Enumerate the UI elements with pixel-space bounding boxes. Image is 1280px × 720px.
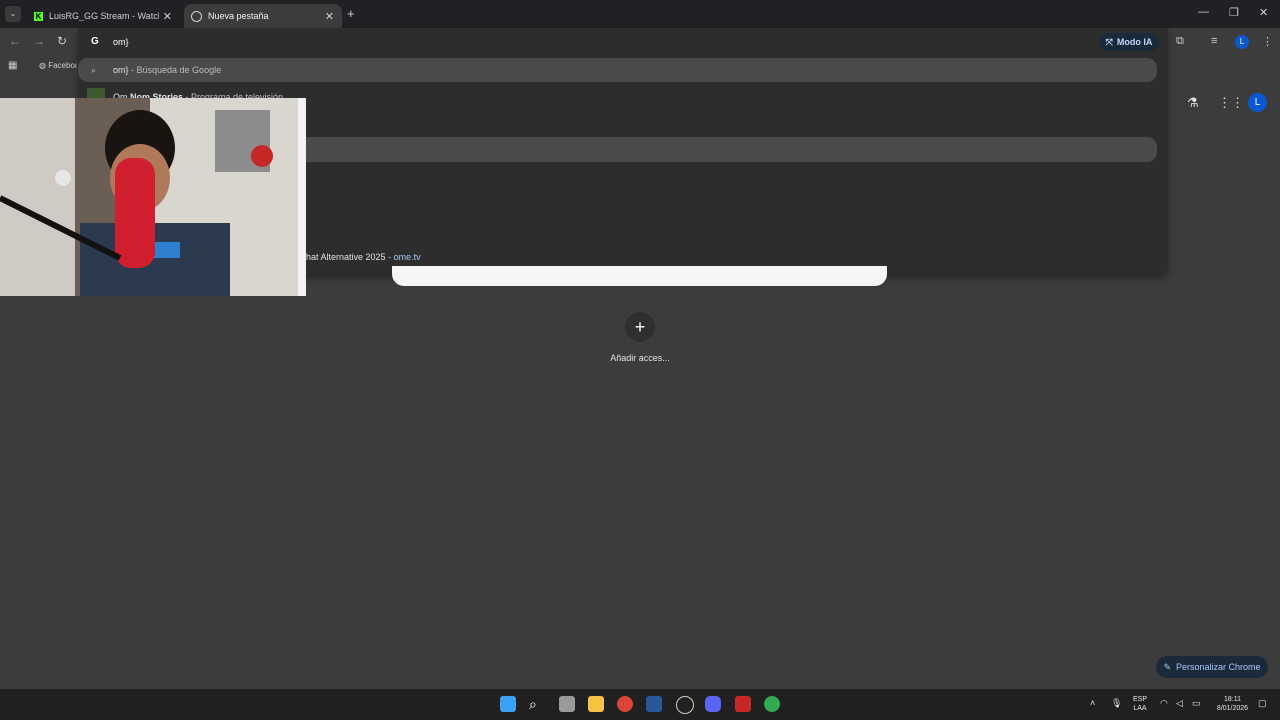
apps-grid-icon[interactable]: ▦	[8, 60, 17, 71]
add-shortcut-button[interactable]: +	[625, 312, 655, 342]
file-explorer-icon[interactable]	[588, 696, 604, 712]
tab-stream[interactable]: K LuisRG_GG Stream - Watch Live ✕	[28, 4, 180, 28]
close-icon[interactable]: ✕	[163, 10, 172, 23]
tab-title: Nueva pestaña	[208, 11, 269, 21]
ntp-search-box[interactable]	[392, 266, 887, 286]
ntp-profile-avatar[interactable]: L	[1248, 93, 1267, 112]
add-shortcut-label: Añadir acces...	[610, 353, 670, 363]
taskbar	[0, 689, 1280, 720]
tab-new-tab[interactable]: Nueva pestaña ✕	[184, 4, 342, 28]
app-red-icon[interactable]	[735, 696, 751, 712]
media-controls-icon[interactable]: ≡	[1211, 35, 1217, 47]
volume-icon[interactable]: ◁	[1176, 699, 1183, 708]
task-view-icon[interactable]	[559, 696, 575, 712]
webcam-overlay	[0, 98, 306, 296]
globe-icon: ◍	[39, 61, 46, 70]
google-apps-icon[interactable]: ⋮⋮	[1218, 95, 1244, 111]
wifi-icon[interactable]: ◠	[1160, 699, 1168, 708]
minimize-button[interactable]: —	[1198, 6, 1209, 18]
kick-icon: K	[34, 11, 43, 21]
chevron-up-icon[interactable]: ˄	[1090, 699, 1095, 708]
discord-icon[interactable]	[705, 696, 721, 712]
battery-icon[interactable]: ▭	[1192, 699, 1201, 708]
close-window-button[interactable]: ✕	[1259, 6, 1268, 19]
tab-title: LuisRG_GG Stream - Watch Live	[49, 11, 159, 21]
reload-icon[interactable]: ↻	[57, 34, 67, 48]
chrome-active-icon[interactable]	[764, 696, 780, 712]
chrome-taskbar-icon[interactable]	[617, 696, 633, 712]
extensions-icon[interactable]: ⧉	[1176, 35, 1184, 48]
chrome-icon	[191, 10, 202, 22]
app-icon[interactable]	[676, 696, 694, 714]
close-icon[interactable]: ✕	[325, 10, 334, 23]
clock[interactable]: 18:11 8/01/2026	[1210, 695, 1255, 713]
restore-button[interactable]: ❐	[1229, 6, 1239, 19]
notification-icon[interactable]: ▢	[1258, 699, 1267, 708]
ai-sparkle-icon: ⤧	[1105, 36, 1113, 47]
show-thumbnail	[87, 88, 105, 98]
new-tab-button[interactable]: +	[347, 6, 355, 21]
labs-flask-icon[interactable]: ⚗	[1187, 95, 1199, 111]
windows-start-icon[interactable]	[500, 696, 516, 712]
address-input[interactable]: om}	[113, 37, 129, 47]
language-indicator[interactable]: ESP LAA	[1130, 695, 1150, 713]
ai-mode-button[interactable]: ⤧ Modo IA	[1099, 33, 1159, 51]
pencil-icon: ✎	[1163, 661, 1171, 672]
suggestion-search[interactable]: om} - Búsqueda de Google	[113, 65, 221, 75]
bookmarks-bar: ▦ ◍ Facebook	[0, 56, 78, 78]
customize-chrome-button[interactable]: ✎ Personalizar Chrome	[1156, 656, 1268, 678]
google-g-icon: G	[91, 36, 99, 47]
suggestion-row-selected[interactable]	[78, 58, 1157, 82]
suggestion-ome[interactable]: hat Alternative 2025 - ome.tv	[306, 252, 421, 262]
tab-search-button[interactable]: ⌄	[5, 6, 21, 22]
profile-avatar[interactable]: L	[1235, 35, 1249, 49]
taskbar-search-icon[interactable]: ⌕	[529, 696, 545, 712]
back-icon[interactable]: ←	[9, 34, 21, 48]
webcam-feed-image	[0, 98, 306, 296]
search-icon: ⌕	[91, 65, 97, 75]
bookmark-facebook[interactable]: ◍ Facebook	[39, 61, 77, 70]
menu-kebab-icon[interactable]: ⋮	[1262, 35, 1273, 48]
forward-icon[interactable]: →	[33, 34, 45, 48]
microphone-icon[interactable]: 🎙	[1111, 699, 1122, 708]
tab-strip: ⌄ K LuisRG_GG Stream - Watch Live ✕ Nuev…	[0, 0, 1280, 28]
word-icon[interactable]	[646, 696, 662, 712]
